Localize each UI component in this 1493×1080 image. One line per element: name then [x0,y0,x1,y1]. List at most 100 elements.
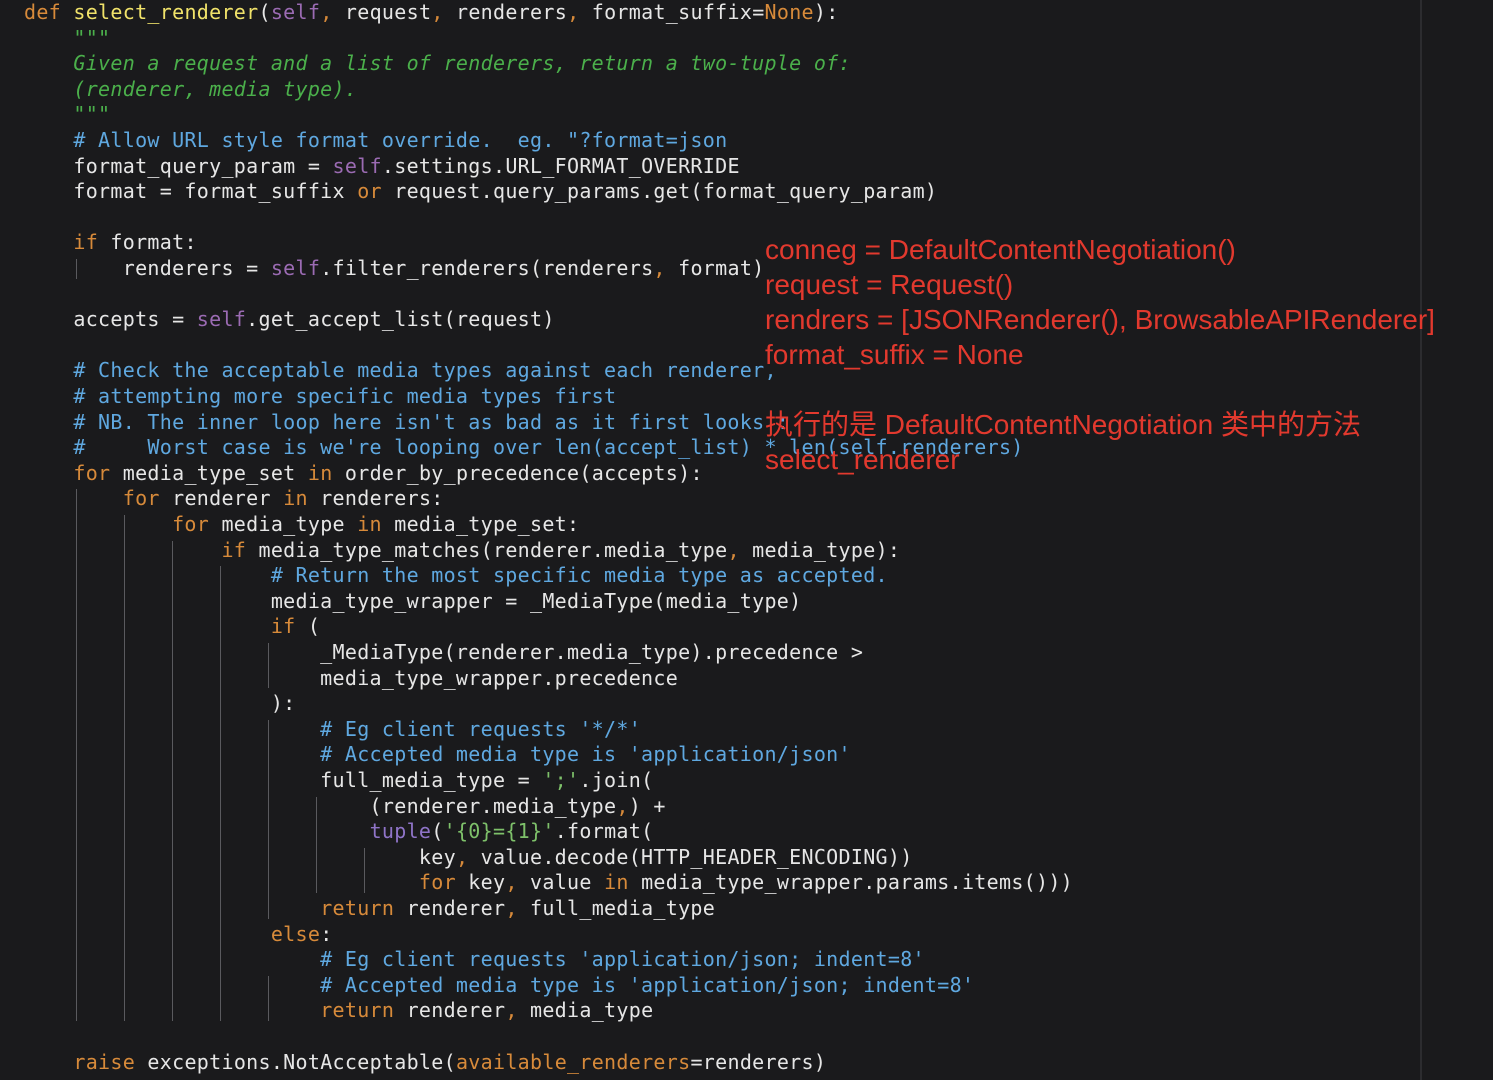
code-area[interactable]: def select_renderer ( self, request, rende… [0,0,1420,1080]
indent-guide [268,719,269,919]
indent-guide [76,259,77,279]
code-line: # attempting more specific media types f… [24,384,616,409]
code-token: media_type_wrapper.params.items())) [628,870,1074,895]
code-token: or [357,179,382,204]
code-token: self [270,0,321,24]
annotation-line: conneg = DefaultContentNegotiation() [765,234,1236,265]
code-token: media_type_set [110,460,308,485]
code-line: full_media_type = ';'.join( [24,768,653,793]
code-token: key [455,870,506,895]
code-token: # Eg client requests 'application/json; … [24,947,925,972]
code-token: format: [98,230,197,255]
code-token: renderers = [24,256,271,280]
code-token: in [357,512,382,536]
code-line: for key, value in media_type_wrapper.par… [24,870,1073,895]
code-token: self [270,256,321,280]
indent-guide [124,515,125,1021]
code-token: raise [73,1049,136,1074]
code-token: renderer [394,896,506,920]
annotation-line: 执行的是 DefaultContentNegotiation 类中的方法 [765,409,1361,440]
code-token: , [505,896,530,920]
code-token: in [307,460,333,485]
code-token: if [73,230,99,255]
code-token: .settings.URL_FORMAT_OVERRIDE [381,153,740,178]
code-token: media_type [209,512,358,536]
annotation-line: rendrers = [JSONRenderer(), BrowsableAPI… [765,304,1435,335]
code-token: ( [295,614,321,639]
code-line: return renderer, full_media_type [24,896,715,921]
code-token: # NB. The inner loop here isn't as bad a… [24,409,790,434]
annotation-line: select_renderer [765,444,960,475]
code-token: ): [24,691,296,716]
code-line: # Eg client requests '*/*' [24,717,641,742]
code-line: if media_type_matches(renderer.media_typ… [24,538,900,563]
code-token: accepts = [24,307,197,332]
code-token: format_suffix [591,0,753,24]
code-line: accepts = self.get_accept_list(request) [24,307,555,332]
code-line: format = format_suffix or request.query_… [24,179,937,204]
code-token: # Accepted media type is 'application/js… [24,972,975,997]
code-token: , [653,256,679,280]
code-token: request [344,0,432,24]
editor-ruler [1420,0,1422,1080]
code-line: # Accepted media type is 'application/js… [24,742,851,767]
annotation-spacer [765,372,1465,407]
code-line: for renderer in renderers: [24,486,444,511]
code-token: media_type [530,998,654,1023]
code-token: , [567,0,592,24]
code-token: None [764,0,814,24]
code-line: # Accepted media type is 'application/js… [24,973,974,998]
code-token: = [752,0,765,24]
code-line: # Allow URL style format override. eg. "… [24,128,727,153]
code-token: , [320,0,345,24]
code-token: else [270,921,321,946]
code-token: .join( [579,768,654,792]
code-line: raise exceptions.NotAcceptable(available… [24,1050,826,1075]
code-line: for media_type in media_type_set: [24,512,579,537]
code-line: format_query_param = self.settings.URL_F… [24,154,740,179]
code-token: for [73,460,111,485]
code-token: in [604,870,629,895]
code-line: # Eg client requests 'application/json; … [24,947,925,972]
code-token: ) + [628,793,666,818]
code-token: (renderer, media type). [24,76,358,101]
annotation-overlay: conneg = DefaultContentNegotiation() req… [765,232,1465,477]
code-token: ( [431,819,444,844]
code-line: else: [24,922,333,947]
code-token: media_type_wrapper.precedence [24,665,679,690]
code-token: self [332,153,382,178]
code-token: tuple [369,819,432,844]
indent-guide [172,540,173,1021]
code-token: : [320,921,333,946]
code-token: .filter_renderers(renderers [320,256,654,280]
indent-guide [364,847,365,893]
code-token: , [505,998,530,1023]
code-token: select_renderer [73,0,259,24]
code-token: _MediaType(renderer.media_type).preceden… [24,640,864,664]
code-line: key, value.decode(HTTP_HEADER_ENCODING)) [24,845,913,870]
code-token: =renderers) [690,1049,827,1074]
code-editor[interactable]: def select_renderer ( self, request, rende… [0,0,1493,1080]
code-line: """ [24,102,110,127]
code-line: (renderer, media type). [24,77,357,102]
code-token: value [530,870,605,895]
code-line: tuple('{0}={1}'.format( [24,819,654,844]
code-token: .format( [554,819,654,844]
code-token: return [320,896,395,920]
indent-guide [316,796,317,893]
code-line: _MediaType(renderer.media_type).preceden… [24,640,863,665]
code-token: order_by_precedence(accepts): [332,460,703,485]
code-token: for [122,486,160,511]
code-token: if [221,537,247,562]
code-line: media_type_wrapper = _MediaType(media_ty… [24,589,801,614]
code-token: def [24,0,74,24]
code-token: for [418,870,456,895]
code-token: , [616,793,629,818]
code-token: , [727,537,753,562]
code-token: ): [813,0,839,24]
